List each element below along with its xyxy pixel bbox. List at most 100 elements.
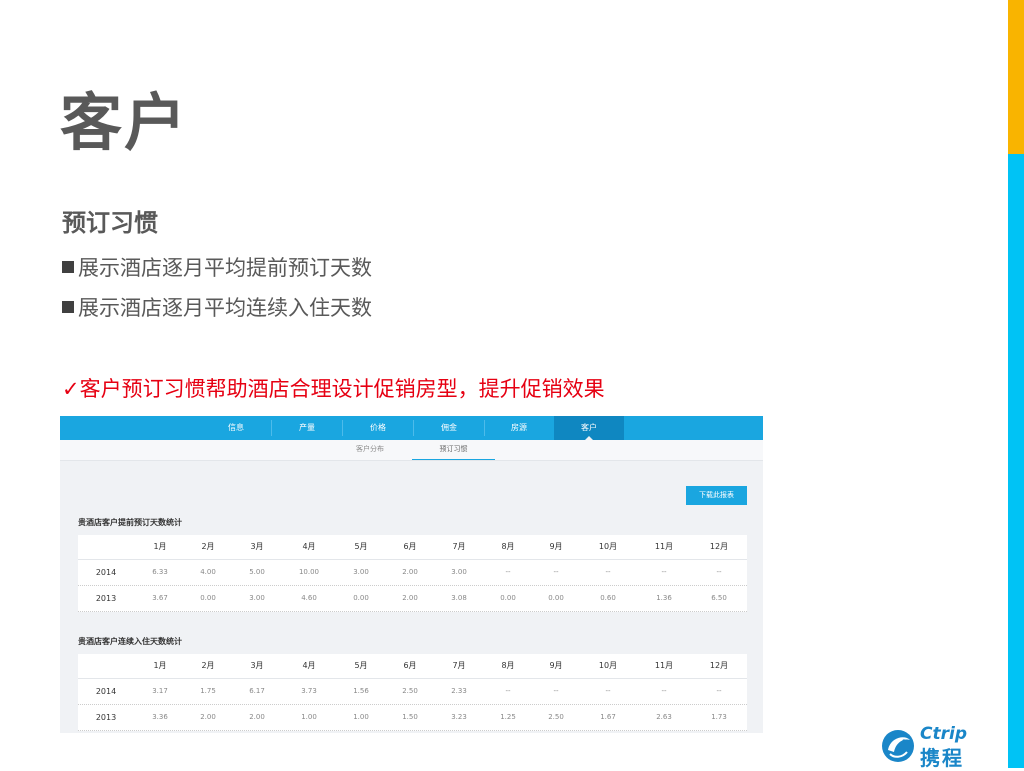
table-cell: 1.67 [600, 713, 616, 721]
table-row: 2014 3.17 1.75 6.17 3.73 1.56 2.50 2.33 -- -- -- --… [78, 679, 747, 705]
table-cell: 5月 [354, 542, 368, 551]
table-cell: 9月 [549, 661, 563, 670]
ctrip-logo: Ctrip 携程 [880, 724, 990, 770]
table-cell: 6.50 [711, 594, 727, 602]
table-cell: 2.33 [451, 687, 467, 695]
table-cell: -- [716, 687, 722, 695]
table-cell: 12月 [709, 661, 729, 670]
slide-title: 客户 [60, 86, 189, 159]
table-cell: 1.75 [200, 687, 216, 695]
table-cell: -- [716, 568, 722, 576]
bullet-square-icon [62, 301, 74, 313]
tab-info[interactable]: 信息 [201, 416, 271, 440]
table-cell: 3.17 [152, 687, 168, 695]
table-cell: 2月 [201, 661, 215, 670]
table-header-row: 1月 2月 3月 4月 5月 6月 7月 8月 9月 10月 11月 12月 [78, 654, 747, 679]
table-cell: 1.25 [500, 713, 516, 721]
table-cell: -- [605, 687, 611, 695]
table-cell: 0.00 [548, 594, 564, 602]
table-cell: 3.23 [451, 713, 467, 721]
table-cell: 2.00 [249, 713, 265, 721]
table-cell: 12月 [709, 542, 729, 551]
table-cell: 8月 [501, 542, 515, 551]
table-cell: 11月 [654, 542, 674, 551]
tab-customer[interactable]: 客户 [554, 416, 624, 440]
table-cell: 3月 [250, 542, 264, 551]
accent-bar-bottom [1008, 154, 1024, 768]
table-cell: 1.73 [711, 713, 727, 721]
row-year: 2013 [95, 594, 117, 603]
table-cell: 1.00 [353, 713, 369, 721]
table-cell: 3.00 [249, 594, 265, 602]
advance-booking-table: 1月 2月 3月 4月 5月 6月 7月 8月 9月 10月 11月 12月 2014 6.33 4.00 5… [78, 535, 747, 612]
bullet-text: 展示酒店逐月平均提前预订天数 [78, 256, 372, 280]
table-cell: 6月 [403, 661, 417, 670]
table-cell: 7月 [452, 661, 466, 670]
table-cell: 8月 [501, 661, 515, 670]
table-row: 2013 3.67 0.00 3.00 4.60 0.00 2.00 3.08 0.00 0.00… [78, 586, 747, 612]
subtab-booking-habits[interactable]: 预订习惯 [412, 440, 495, 460]
table-cell: 2.50 [548, 713, 564, 721]
table-cell: 3.67 [152, 594, 168, 602]
logo-text-cn: 携程 [920, 746, 964, 770]
table-cell: -- [553, 568, 559, 576]
accent-bar-top [1008, 0, 1024, 154]
table-cell: 3.73 [301, 687, 317, 695]
table-cell: 7月 [452, 542, 466, 551]
tab-rooms[interactable]: 房源 [485, 416, 553, 440]
table-cell: -- [505, 687, 511, 695]
bullet-text: 展示酒店逐月平均连续入住天数 [78, 296, 372, 320]
table-cell: 1月 [153, 661, 167, 670]
table-cell: 2.00 [402, 568, 418, 576]
table-cell: 10月 [598, 661, 618, 670]
tab-commission[interactable]: 佣金 [414, 416, 484, 440]
download-report-button[interactable]: 下载此报表 [686, 486, 747, 505]
bullet-item: 展示酒店逐月平均提前预订天数 [62, 252, 372, 282]
table-cell: 4月 [302, 542, 316, 551]
table-cell: 0.60 [600, 594, 616, 602]
table-cell: 4月 [302, 661, 316, 670]
row-year: 2014 [95, 687, 117, 696]
table-cell: -- [505, 568, 511, 576]
table-cell: 1.36 [656, 594, 672, 602]
highlight-text: ✓客户预订习惯帮助酒店合理设计促销房型，提升促销效果 [62, 377, 605, 401]
dolphin-icon [882, 730, 914, 762]
table-cell: 2.00 [402, 594, 418, 602]
table-cell: 0.00 [353, 594, 369, 602]
table-cell: 4.60 [301, 594, 317, 602]
embedded-screenshot: 信息 产量 价格 佣金 房源 客户 客户分布 预订习惯 下载此报表 贵酒店客户提… [60, 416, 763, 733]
table-cell: -- [605, 568, 611, 576]
table-cell: 2.63 [656, 713, 672, 721]
table-title: 贵酒店客户提前预订天数统计 [78, 518, 182, 527]
table-cell: 5月 [354, 661, 368, 670]
table-title: 贵酒店客户连续入住天数统计 [78, 637, 182, 646]
table-cell: 9月 [549, 542, 563, 551]
stay-length-table: 1月 2月 3月 4月 5月 6月 7月 8月 9月 10月 11月 12月 2014 3.17 1.75 6… [78, 654, 747, 731]
row-year: 2013 [95, 713, 117, 722]
table-cell: 3月 [250, 661, 264, 670]
table-cell: -- [553, 687, 559, 695]
table-cell: 3.08 [451, 594, 467, 602]
table-cell: 10月 [598, 542, 618, 551]
table-cell: 6月 [403, 542, 417, 551]
table-cell: 1.00 [301, 713, 317, 721]
table-cell: 6.33 [152, 568, 168, 576]
table-cell: 2.00 [200, 713, 216, 721]
table-cell: 6.17 [249, 687, 265, 695]
sub-nav: 客户分布 预订习惯 [60, 440, 763, 461]
table-row: 2014 6.33 4.00 5.00 10.00 3.00 2.00 3.00 -- -- -- -… [78, 560, 747, 586]
table-cell: 3.36 [152, 713, 168, 721]
table-cell: 0.00 [200, 594, 216, 602]
table-cell: -- [661, 568, 667, 576]
row-year: 2014 [95, 568, 117, 577]
tab-output[interactable]: 产量 [272, 416, 342, 440]
table-row: 2013 3.36 2.00 2.00 1.00 1.00 1.50 3.23 1.25 2.50… [78, 705, 747, 731]
table-cell: 2月 [201, 542, 215, 551]
table-cell: 1.56 [353, 687, 369, 695]
tab-price[interactable]: 价格 [343, 416, 413, 440]
table-header-row: 1月 2月 3月 4月 5月 6月 7月 8月 9月 10月 11月 12月 [78, 535, 747, 560]
subtab-customer-distribution[interactable]: 客户分布 [340, 440, 400, 459]
table-cell: 10.00 [298, 568, 320, 576]
top-nav: 信息 产量 价格 佣金 房源 客户 [60, 416, 763, 440]
table-cell: 5.00 [249, 568, 265, 576]
